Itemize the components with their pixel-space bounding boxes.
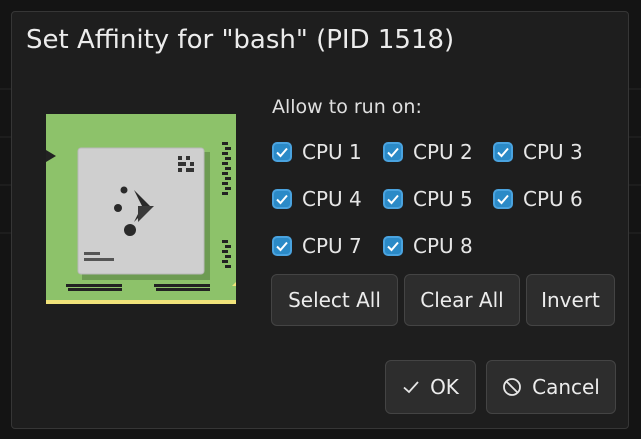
invert-label: Invert xyxy=(541,288,600,312)
allow-to-run-on-label: Allow to run on: xyxy=(272,96,422,118)
cancel-button[interactable]: Cancel xyxy=(486,360,616,414)
cpu-4-label: CPU 4 xyxy=(302,187,362,211)
cpu-8-label: CPU 8 xyxy=(413,234,473,258)
cpu-7-label: CPU 7 xyxy=(302,234,362,258)
cpu-5-checkbox[interactable]: CPU 5 xyxy=(383,187,473,211)
dialog-title: Set Affinity for "bash" (PID 1518) xyxy=(26,25,455,55)
check-icon xyxy=(272,236,292,256)
clear-all-label: Clear All xyxy=(420,288,504,312)
cpu-6-label: CPU 6 xyxy=(523,187,583,211)
check-icon xyxy=(272,142,292,162)
cancel-icon xyxy=(502,377,522,397)
ok-button[interactable]: OK xyxy=(385,360,476,414)
cpu-5-label: CPU 5 xyxy=(413,187,473,211)
cpu-8-checkbox[interactable]: CPU 8 xyxy=(383,234,473,258)
check-icon xyxy=(383,236,403,256)
checkmark-icon xyxy=(402,378,420,396)
invert-button[interactable]: Invert xyxy=(526,274,615,326)
affinity-dialog: Set Affinity for "bash" (PID 1518) Allow… xyxy=(11,11,629,429)
check-icon xyxy=(383,142,403,162)
cancel-label: Cancel xyxy=(532,375,600,399)
check-icon xyxy=(493,142,513,162)
cpu-1-label: CPU 1 xyxy=(302,140,362,164)
clear-all-button[interactable]: Clear All xyxy=(404,274,520,326)
select-all-label: Select All xyxy=(288,288,381,312)
check-icon xyxy=(272,189,292,209)
select-all-button[interactable]: Select All xyxy=(271,274,398,326)
check-icon xyxy=(493,189,513,209)
cpu-4-checkbox[interactable]: CPU 4 xyxy=(272,187,362,211)
ok-label: OK xyxy=(430,375,459,399)
cpu-3-label: CPU 3 xyxy=(523,140,583,164)
cpu-chip-icon xyxy=(46,114,236,304)
cpu-1-checkbox[interactable]: CPU 1 xyxy=(272,140,362,164)
cpu-2-checkbox[interactable]: CPU 2 xyxy=(383,140,473,164)
check-icon xyxy=(383,189,403,209)
cpu-3-checkbox[interactable]: CPU 3 xyxy=(493,140,583,164)
cpu-2-label: CPU 2 xyxy=(413,140,473,164)
cpu-7-checkbox[interactable]: CPU 7 xyxy=(272,234,362,258)
cpu-6-checkbox[interactable]: CPU 6 xyxy=(493,187,583,211)
